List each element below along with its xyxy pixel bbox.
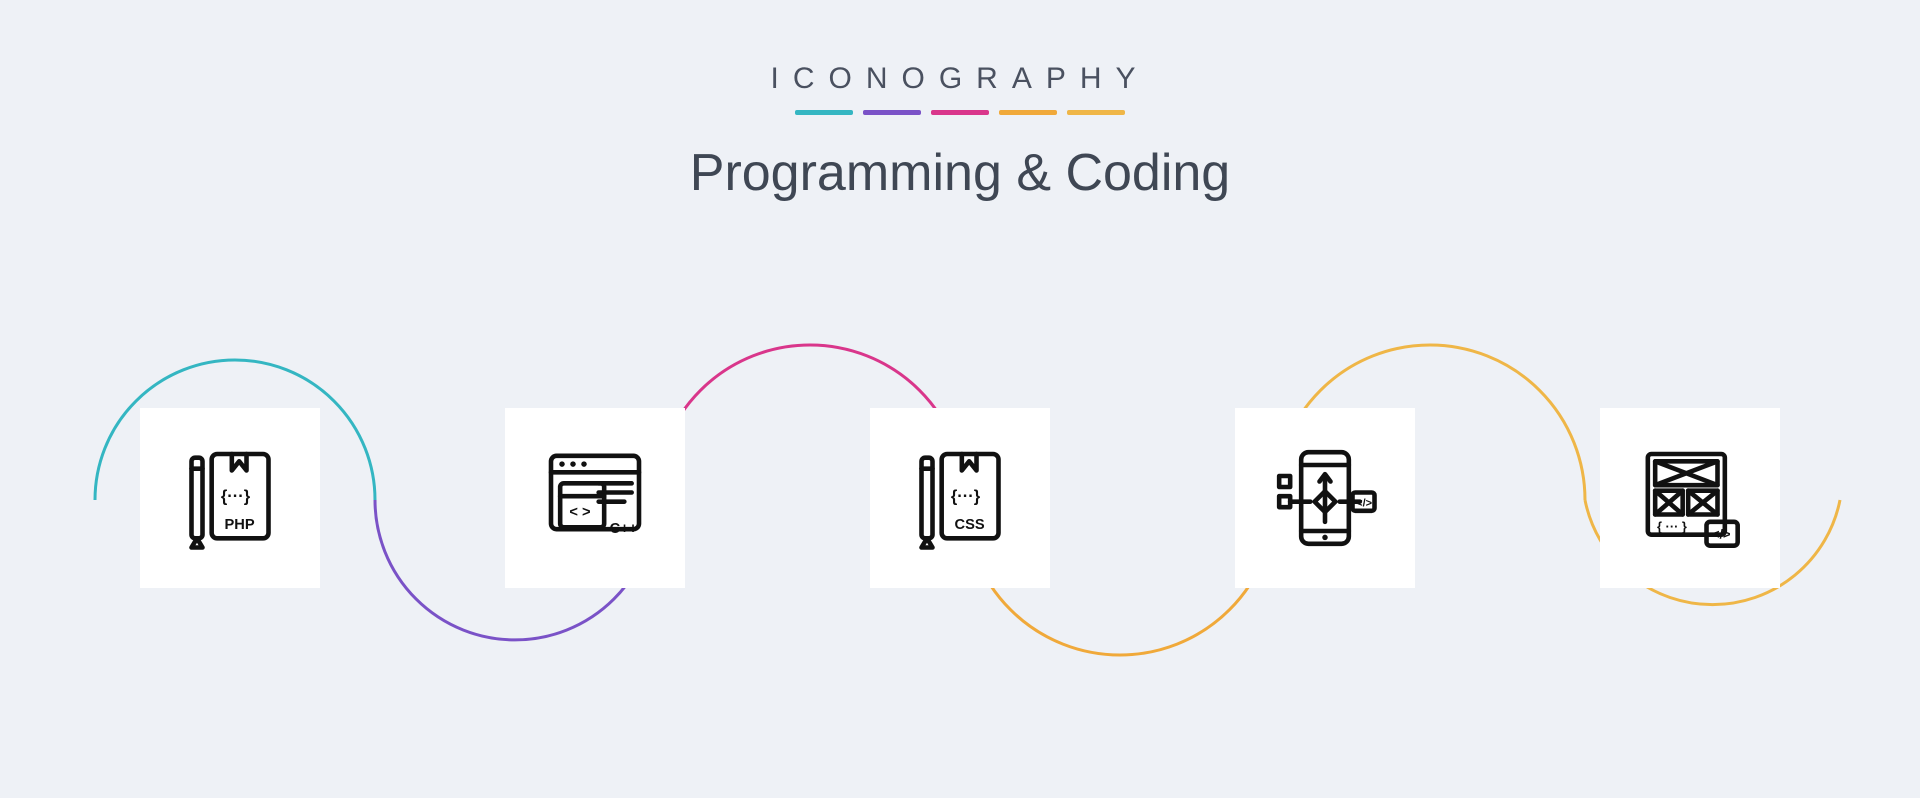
svg-text:{···}: {···} <box>221 488 251 506</box>
brand-label: ICONOGRAPHY <box>0 62 1920 96</box>
css-file-icon: {···} CSS <box>870 408 1050 588</box>
mobile-flow-icon: </> <box>1235 408 1415 588</box>
accent-1 <box>795 110 853 115</box>
php-file-icon: {···} PHP <box>140 408 320 588</box>
wireframe-code-icon: { ··· } </> <box>1600 408 1780 588</box>
svg-text:</>: </> <box>1712 526 1731 541</box>
svg-text:PHP: PHP <box>225 517 255 533</box>
accent-3 <box>931 110 989 115</box>
svg-text:CSS: CSS <box>955 517 985 533</box>
cpp-browser-icon: < > C++ <box>505 408 685 588</box>
svg-text:</>: </> <box>1356 497 1372 509</box>
header: ICONOGRAPHY Programming & Coding <box>0 0 1920 203</box>
accent-underline <box>0 110 1920 115</box>
svg-text:< >: < > <box>569 504 590 520</box>
accent-5 <box>1067 110 1125 115</box>
svg-text:C++: C++ <box>610 521 638 537</box>
icon-card-row: {···} PHP < > C++ <box>0 408 1920 588</box>
svg-text:{ ··· }: { ··· } <box>1657 519 1687 534</box>
svg-text:{···}: {···} <box>951 488 981 506</box>
accent-4 <box>999 110 1057 115</box>
accent-2 <box>863 110 921 115</box>
page-title: Programming & Coding <box>0 143 1920 203</box>
icon-stage: {···} PHP < > C++ <box>0 300 1920 740</box>
